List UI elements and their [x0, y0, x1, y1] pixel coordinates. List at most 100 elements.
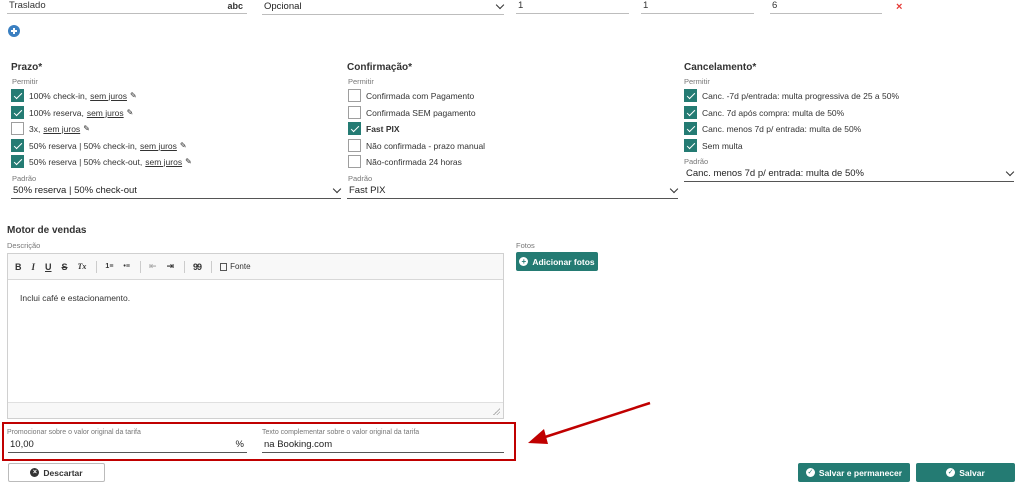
italic-button[interactable]: I: [32, 262, 36, 272]
toolbar-separator: [211, 260, 213, 273]
cancelamento-padrao-label: Padrão: [684, 157, 709, 166]
editor-content[interactable]: Inclui café e estacionamento.: [8, 280, 503, 316]
plus-circle-icon: +: [519, 257, 529, 266]
add-photos-button[interactable]: + Adicionar fotos: [516, 252, 598, 271]
sem-juros-link[interactable]: sem juros: [87, 108, 124, 118]
cancelamento-option[interactable]: Canc. menos 7d p/ entrada: multa de 50%: [684, 122, 861, 135]
prazo-option[interactable]: 50% reserva | 50% check-out, sem juros ✎: [11, 155, 192, 168]
sem-juros-link[interactable]: sem juros: [90, 91, 127, 101]
source-button[interactable]: Fonte: [220, 262, 251, 271]
checkbox[interactable]: [11, 139, 24, 152]
checkbox[interactable]: [348, 139, 361, 152]
checkbox[interactable]: [348, 122, 361, 135]
checkbox[interactable]: [11, 106, 24, 119]
checkbox[interactable]: [348, 155, 361, 168]
promo-text-input[interactable]: na Booking.com: [262, 439, 504, 453]
pencil-icon[interactable]: ✎: [127, 108, 134, 117]
pencil-icon[interactable]: ✎: [83, 124, 90, 133]
prazo-option[interactable]: 3x, sem juros ✎: [11, 122, 90, 135]
toolbar-separator: [139, 260, 141, 273]
resize-handle-icon[interactable]: [493, 408, 500, 415]
prazo-option[interactable]: 50% reserva | 50% check-in, sem juros ✎: [11, 139, 187, 152]
sem-juros-link[interactable]: sem juros: [145, 157, 182, 167]
checkbox[interactable]: [11, 122, 24, 135]
save-and-stay-button[interactable]: ✓ Salvar e permanecer: [798, 463, 910, 482]
outdent-button[interactable]: ⇤: [149, 261, 157, 272]
option-label: Canc. 7d após compra: multa de 50%: [702, 107, 845, 118]
bullet-list-button[interactable]: •≡: [123, 263, 130, 270]
prazo-option[interactable]: 100% reserva, sem juros ✎: [11, 106, 133, 119]
bold-button[interactable]: B: [15, 262, 22, 272]
chevron-down-icon: [1005, 167, 1015, 177]
option-label: Fast PIX: [366, 123, 400, 134]
service-field-2[interactable]: 1: [641, 0, 754, 14]
service-name-input[interactable]: Traslado abc: [7, 0, 247, 14]
option-label: Sem multa: [702, 140, 743, 151]
promo-text-label: Texto complementar sobre o valor origina…: [262, 429, 420, 436]
checkbox[interactable]: [684, 106, 697, 119]
checkbox[interactable]: [348, 89, 361, 102]
spellcheck-icon: abc: [227, 1, 243, 11]
confirmacao-option[interactable]: Confirmada com Pagamento: [348, 89, 474, 102]
promo-value-input[interactable]: 10,00 %: [8, 439, 247, 453]
checkbox[interactable]: [11, 89, 24, 102]
option-label: Não confirmada - prazo manual: [366, 140, 486, 151]
service-type-select[interactable]: Opcional: [262, 0, 505, 15]
cancelamento-option[interactable]: Canc. -7d p/entrada: multa progressiva d…: [684, 89, 899, 102]
sem-juros-link[interactable]: sem juros: [43, 124, 80, 134]
service-field-1[interactable]: 1: [516, 0, 629, 14]
confirmacao-option[interactable]: Confirmada SEM pagamento: [348, 106, 476, 119]
ordered-list-button[interactable]: 1≡: [105, 263, 113, 270]
strike-button[interactable]: S: [62, 262, 68, 272]
annotation-arrow-icon: [528, 401, 651, 444]
option-label: 100% check-in,: [29, 90, 88, 101]
checkbox[interactable]: [348, 106, 361, 119]
cancelamento-permitir-label: Permitir: [684, 77, 710, 86]
confirmacao-option[interactable]: Não confirmada - prazo manual: [348, 139, 485, 152]
blockquote-button[interactable]: 99: [193, 262, 202, 272]
prazo-padrao-label: Padrão: [12, 174, 37, 183]
promo-label: Promocionar sobre o valor original da ta…: [7, 429, 141, 436]
checkbox[interactable]: [11, 155, 24, 168]
cancelamento-option[interactable]: Canc. 7d após compra: multa de 50%: [684, 106, 844, 119]
prazo-padrao-select[interactable]: 50% reserva | 50% check-out: [11, 184, 342, 199]
option-label: Canc. -7d p/entrada: multa progressiva d…: [702, 90, 900, 101]
confirmacao-padrao-select[interactable]: Fast PIX: [347, 184, 679, 199]
chevron-down-icon: [495, 0, 505, 10]
discard-button[interactable]: × Descartar: [8, 463, 105, 482]
prazo-title: Prazo*: [11, 62, 43, 73]
confirmacao-padrao-value: Fast PIX: [349, 185, 386, 196]
pencil-icon[interactable]: ✎: [180, 141, 187, 150]
underline-button[interactable]: U: [45, 262, 52, 272]
confirmacao-option[interactable]: Fast PIX: [348, 122, 400, 135]
prazo-permitir-label: Permitir: [12, 77, 38, 86]
percent-unit: %: [235, 439, 244, 450]
confirmacao-option[interactable]: Não-confirmada 24 horas: [348, 155, 462, 168]
checkbox[interactable]: [684, 139, 697, 152]
rich-text-editor[interactable]: B I U S Tx 1≡ •≡ ⇤ ⇥ 99 Fonte Inclui caf…: [7, 253, 504, 419]
sem-juros-link[interactable]: sem juros: [140, 141, 177, 151]
checkbox[interactable]: [684, 122, 697, 135]
save-and-stay-label: Salvar e permanecer: [818, 467, 903, 478]
option-label: 3x,: [29, 123, 41, 134]
pencil-icon[interactable]: ✎: [130, 91, 137, 100]
fotos-label: Fotos: [516, 241, 535, 250]
plus-circle-icon[interactable]: [8, 25, 20, 37]
option-label: 50% reserva | 50% check-in,: [29, 140, 138, 151]
save-button[interactable]: ✓ Salvar: [916, 463, 1015, 482]
descricao-label: Descrição: [7, 241, 41, 250]
cancelamento-title: Cancelamento*: [684, 62, 757, 73]
cancelamento-option[interactable]: Sem multa: [684, 139, 743, 152]
clear-format-button[interactable]: Tx: [78, 262, 87, 271]
checkbox[interactable]: [684, 89, 697, 102]
indent-button[interactable]: ⇥: [167, 261, 175, 272]
service-field-3[interactable]: 6: [770, 0, 882, 14]
pencil-icon[interactable]: ✎: [185, 157, 192, 166]
cancelamento-padrao-select[interactable]: Canc. menos 7d p/ entrada: multa de 50%: [684, 167, 1015, 182]
promo-text-value: na Booking.com: [264, 439, 333, 450]
prazo-padrao-value: 50% reserva | 50% check-out: [13, 185, 137, 196]
prazo-option[interactable]: 100% check-in, sem juros ✎: [11, 89, 137, 102]
remove-row-icon[interactable]: ×: [896, 1, 902, 13]
option-label: Não-confirmada 24 horas: [366, 156, 462, 167]
option-label: Confirmada SEM pagamento: [366, 107, 476, 118]
